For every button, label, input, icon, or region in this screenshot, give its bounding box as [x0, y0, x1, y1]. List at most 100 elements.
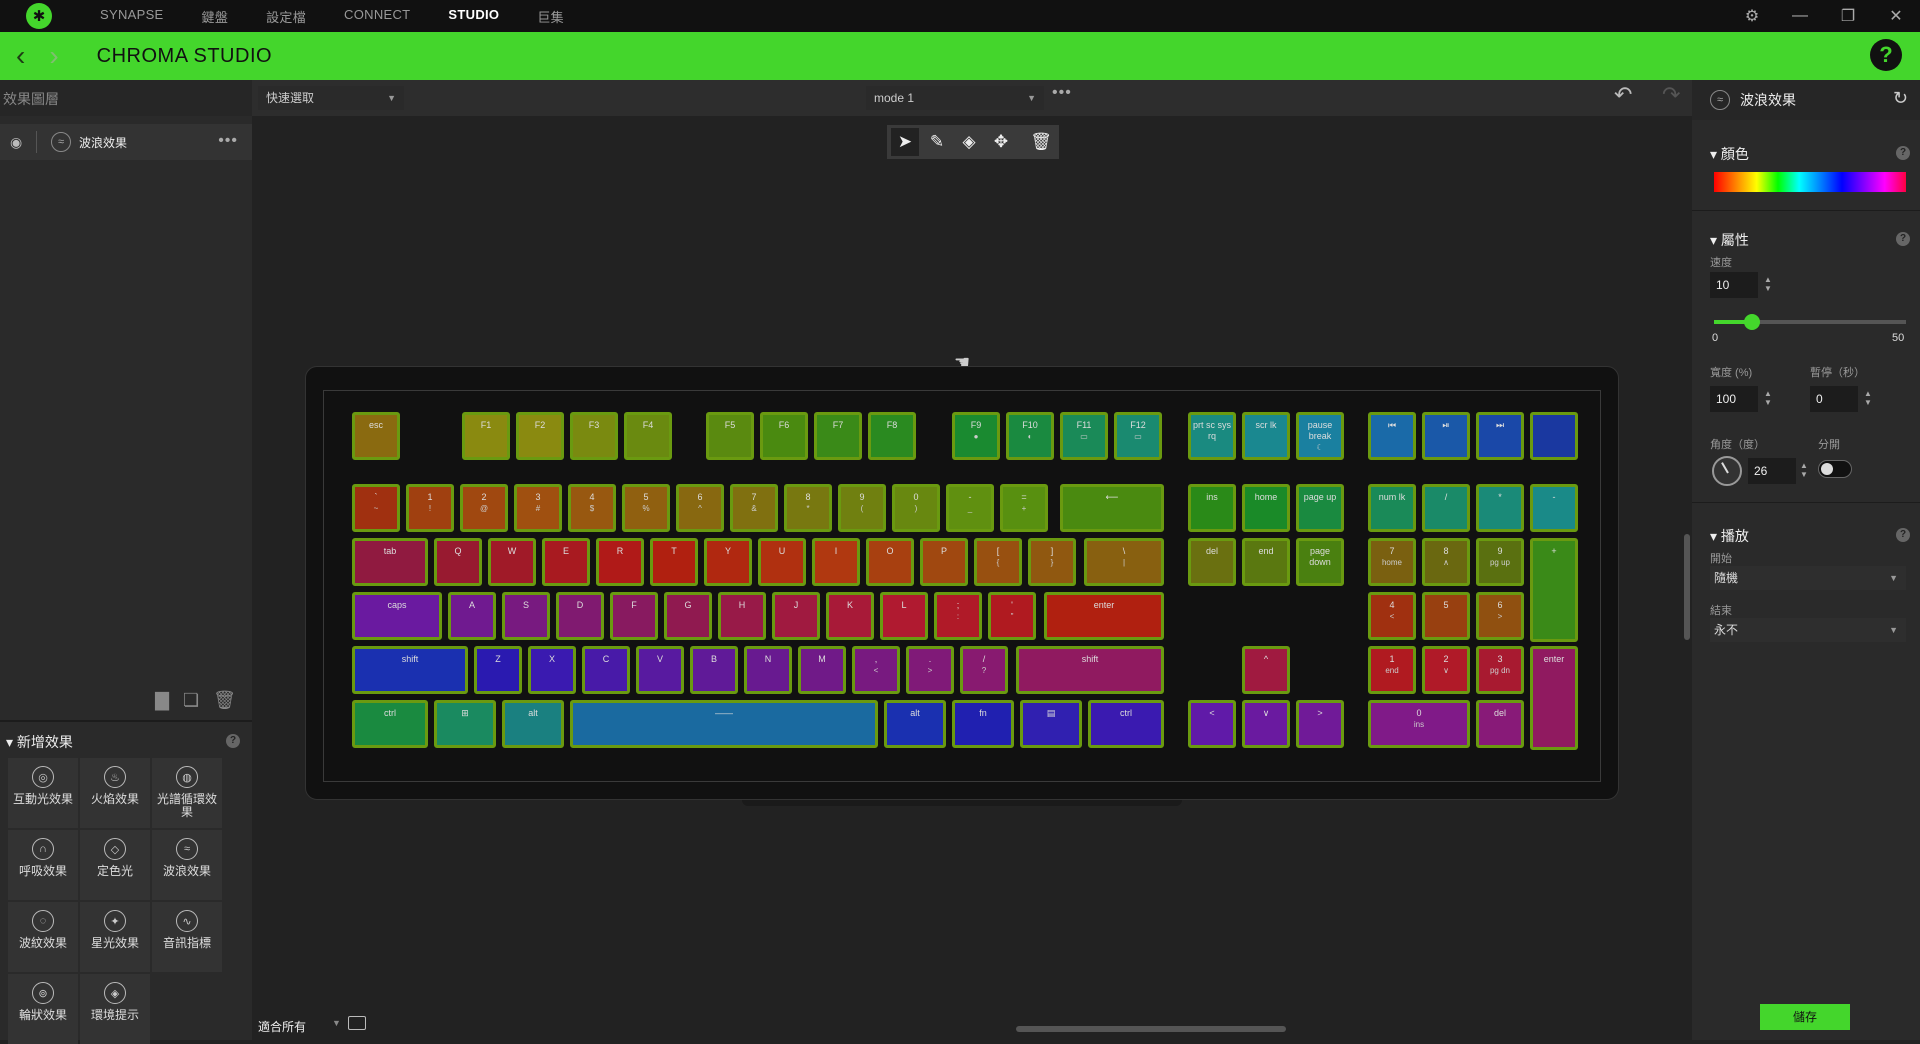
key[interactable]: fn [952, 700, 1014, 748]
key[interactable]: —— [570, 700, 878, 748]
trash-icon[interactable]: 🗑 [213, 690, 236, 711]
effect-fire[interactable]: ♨ 火焰效果 [80, 758, 150, 828]
key[interactable]: 8 ∧ [1422, 538, 1470, 586]
key[interactable]: 5% [622, 484, 670, 532]
effect-ripple[interactable]: ◌ 波紋效果 [8, 902, 78, 972]
props-section-toggle[interactable]: ▾ 屬性 [1710, 230, 1749, 250]
effect-breathing[interactable]: ∩ 呼吸效果 [8, 830, 78, 900]
key[interactable]: ` ~ [352, 484, 400, 532]
redo-icon[interactable]: ↷ [1662, 82, 1680, 108]
key[interactable]: H [718, 592, 766, 640]
key[interactable]: V [636, 646, 684, 694]
key[interactable]: C [582, 646, 630, 694]
key[interactable]: O [866, 538, 914, 586]
tab-synapse[interactable]: SYNAPSE [100, 7, 164, 26]
key[interactable]: X [528, 646, 576, 694]
paint-bucket-icon[interactable]: ◈ [955, 128, 983, 156]
key[interactable]: F4 [624, 412, 672, 460]
key[interactable]: = + [1000, 484, 1048, 532]
key[interactable]: I [812, 538, 860, 586]
forward-arrow-icon[interactable]: › [49, 42, 58, 70]
key[interactable]: ' " [988, 592, 1036, 640]
effect-wave[interactable]: ≈ 波浪效果 [152, 830, 222, 900]
maximize-icon[interactable]: ❐ [1824, 6, 1872, 26]
undo-icon[interactable]: ↶ [1614, 82, 1632, 108]
start-dropdown[interactable]: 隨機 ▼ [1710, 566, 1906, 590]
key[interactable]: , < [852, 646, 900, 694]
key[interactable]: ]} [1028, 538, 1076, 586]
layer-item[interactable]: ◉ ≈ 波浪效果 ••• [0, 124, 252, 160]
key[interactable]: 5 [1422, 592, 1470, 640]
key[interactable]: J [772, 592, 820, 640]
key[interactable]: - _ [946, 484, 994, 532]
key[interactable]: L [880, 592, 928, 640]
key[interactable]: < [1188, 700, 1236, 748]
width-input[interactable]: 100 [1710, 386, 1758, 412]
color-section-toggle[interactable]: ▾ 顏色 [1710, 144, 1749, 164]
key[interactable] [1530, 412, 1578, 460]
key[interactable]: N [744, 646, 792, 694]
effect-static[interactable]: ◇ 定色光 [80, 830, 150, 900]
key[interactable]: W [488, 538, 536, 586]
key[interactable]: scr lk [1242, 412, 1290, 460]
key[interactable]: ⏭ [1476, 412, 1524, 460]
key[interactable]: prt sc sys rq [1188, 412, 1236, 460]
settings-gear-icon[interactable]: ⚙ [1728, 6, 1776, 26]
effect-reactive[interactable]: ◎ 互動光效果 [8, 758, 78, 828]
angle-stepper[interactable]: ▲ ▼ [1800, 461, 1808, 479]
width-stepper[interactable]: ▲ ▼ [1764, 389, 1772, 407]
key[interactable]: S [502, 592, 550, 640]
key[interactable]: num lk [1368, 484, 1416, 532]
pause-input[interactable]: 0 [1810, 386, 1858, 412]
effect-spectrum[interactable]: ◍ 光譜循環效果 [152, 758, 222, 828]
key[interactable]: ^ [1242, 646, 1290, 694]
key[interactable]: 0) [892, 484, 940, 532]
key[interactable]: 6 ^ [676, 484, 724, 532]
key[interactable]: F10 ◐ [1006, 412, 1054, 460]
key[interactable]: alt [502, 700, 564, 748]
key[interactable]: B [690, 646, 738, 694]
key[interactable]: T [650, 538, 698, 586]
tab-profiles[interactable]: 設定檔 [266, 7, 306, 26]
key[interactable]: F12 ▭ [1114, 412, 1162, 460]
key[interactable]: 9 pg up [1476, 538, 1524, 586]
end-dropdown[interactable]: 永不 ▼ [1710, 618, 1906, 642]
key[interactable]: - [1530, 484, 1578, 532]
key[interactable]: ⏮ [1368, 412, 1416, 460]
help-icon[interactable]: ? [1870, 39, 1902, 71]
key[interactable]: + [1530, 538, 1578, 642]
razer-logo-icon[interactable]: ✱ [26, 3, 52, 29]
key[interactable]: ⟵ [1060, 484, 1164, 532]
key[interactable]: F8 [868, 412, 916, 460]
key[interactable]: F6 [760, 412, 808, 460]
keyboard-icon[interactable] [348, 1016, 366, 1030]
key[interactable]: home [1242, 484, 1290, 532]
eye-icon[interactable]: ◉ [10, 134, 28, 151]
key[interactable]: 1 end [1368, 646, 1416, 694]
key[interactable]: F [610, 592, 658, 640]
key[interactable]: alt [884, 700, 946, 748]
key[interactable]: \ | [1084, 538, 1164, 586]
split-toggle[interactable] [1818, 460, 1852, 478]
key[interactable]: 3 # [514, 484, 562, 532]
effect-starlight[interactable]: ✦ 星光效果 [80, 902, 150, 972]
key[interactable]: 4 < [1368, 592, 1416, 640]
key[interactable]: enter [1044, 592, 1164, 640]
quick-select-dropdown[interactable]: 快速選取 ▼ [258, 86, 404, 110]
key[interactable]: shift [352, 646, 468, 694]
delete-icon[interactable]: 🗑 [1027, 128, 1055, 156]
key[interactable]: /? [960, 646, 1008, 694]
color-help-icon[interactable]: ? [1896, 146, 1910, 160]
key[interactable]: 0 ins [1368, 700, 1470, 748]
duplicate-icon[interactable]: ❏ [183, 690, 199, 711]
key[interactable]: ins [1188, 484, 1236, 532]
more-options-icon[interactable]: ••• [1052, 84, 1072, 102]
key[interactable]: F1 [462, 412, 510, 460]
key[interactable]: 2 ∨ [1422, 646, 1470, 694]
key[interactable]: R [596, 538, 644, 586]
key[interactable]: 4 $ [568, 484, 616, 532]
layer-menu-icon[interactable]: ••• [218, 132, 238, 150]
key[interactable]: * [1476, 484, 1524, 532]
key[interactable]: del [1476, 700, 1524, 748]
key[interactable]: enter [1530, 646, 1578, 750]
